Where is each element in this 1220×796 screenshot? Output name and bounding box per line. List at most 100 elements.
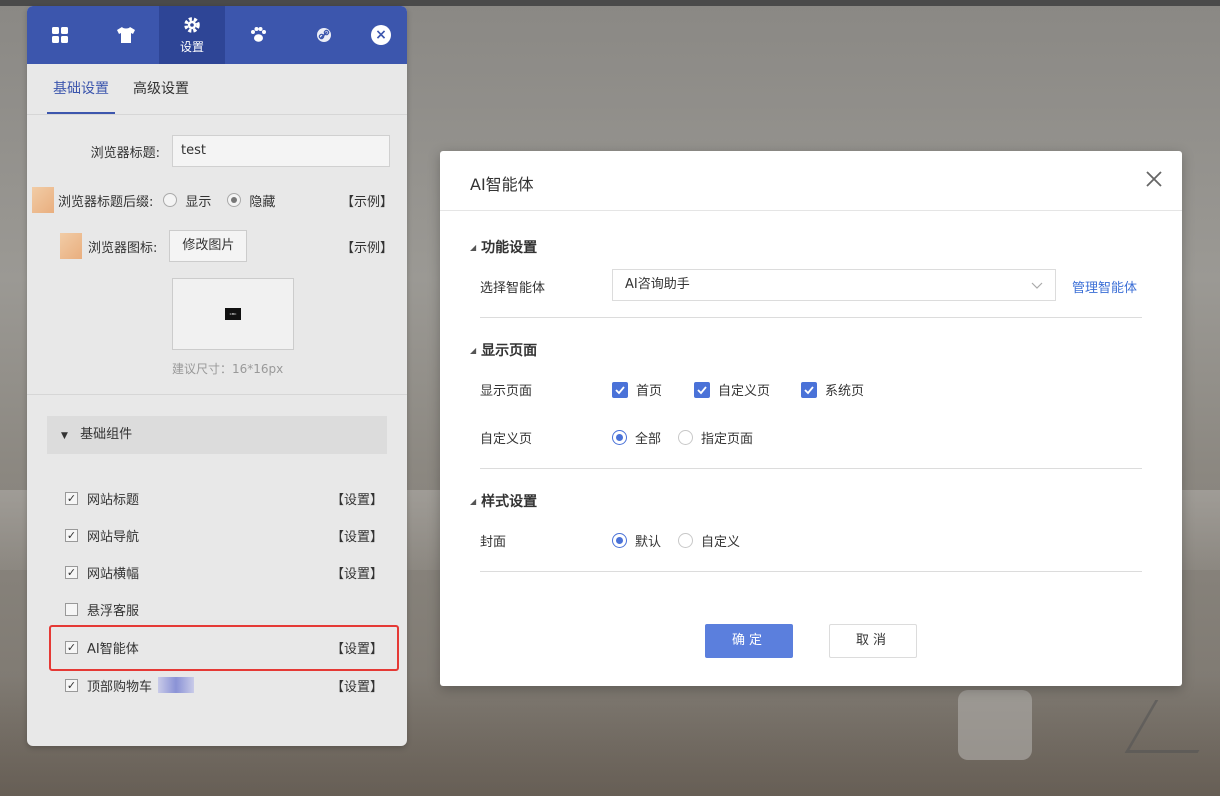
component-item: ✓ 网站横幅 【设置】: [65, 562, 383, 582]
suffix-option-hide[interactable]: 隐藏: [227, 191, 275, 210]
cancel-button[interactable]: 取消: [829, 624, 917, 658]
basic-components-group[interactable]: ▼ 基础组件: [47, 416, 387, 454]
panel-close-button[interactable]: ×: [371, 25, 391, 45]
size-hint: 建议尺寸：16*16px: [172, 362, 284, 376]
link-icon: [317, 28, 331, 42]
ai-agent-dialog: AI智能体 ◢ 功能设置 选择智能体 AI咨询助手 管理智能体 ◢ 显示页面 显示页…: [440, 151, 1182, 686]
page-option-custom[interactable]: 自定义页: [694, 380, 770, 399]
divider: [480, 571, 1142, 572]
checkbox[interactable]: ✓: [65, 491, 78, 505]
browser-title-row: 浏览器标题: test: [27, 135, 407, 167]
panel-tab-bar: 设置 ×: [27, 6, 407, 64]
blurred-avatar: [32, 187, 54, 213]
page-option-label: 自定义页: [718, 384, 771, 399]
triangle-icon: ◢: [470, 243, 477, 252]
cover-option-default[interactable]: 默认: [612, 531, 661, 550]
checkbox-checked: [612, 381, 628, 398]
triangle-icon: ◢: [470, 497, 477, 506]
component-label: 悬浮客服: [87, 603, 140, 619]
checkbox[interactable]: ✓: [65, 565, 78, 579]
tab-settings-label: 设置: [179, 39, 204, 54]
radio-label: 默认: [635, 535, 662, 550]
group-title: 基础组件: [80, 427, 133, 442]
radio-selected: [612, 533, 627, 548]
checkbox[interactable]: ✓: [65, 528, 78, 542]
component-settings-link[interactable]: 【设置】: [331, 676, 383, 695]
suffix-option-show[interactable]: 显示: [163, 191, 211, 210]
modify-image-button[interactable]: 修改图片: [169, 230, 248, 262]
agent-select-value: AI咨询助手: [625, 277, 690, 292]
component-item: ✓ 网站导航 【设置】: [65, 525, 383, 545]
section-title: 显示页面: [481, 343, 538, 359]
section-function-settings: ◢ 功能设置: [470, 237, 537, 257]
chevron-down-icon: [1031, 282, 1043, 289]
close-icon[interactable]: [1144, 169, 1164, 189]
page-option-system[interactable]: 系统页: [801, 380, 864, 399]
manage-agent-link[interactable]: 管理智能体: [1072, 277, 1137, 296]
gear-icon: [184, 16, 200, 33]
divider: [480, 317, 1142, 318]
radio-selected: [612, 430, 627, 445]
suffix-option-show-label: 显示: [185, 194, 212, 210]
suffix-example-link[interactable]: 【示例】: [341, 191, 393, 210]
favicon-logo: CMC: [225, 308, 241, 320]
radio-label: 自定义: [701, 535, 741, 550]
radio-label: 全部: [635, 432, 662, 447]
shirt-icon: [117, 27, 135, 43]
settings-panel: 设置 × 基础设置 高级设置 浏览器标题: test 浏览器标题后缀: 显示 隐…: [27, 6, 407, 746]
tab-plugins[interactable]: [225, 6, 291, 64]
panel-subtabs: 基础设置 高级设置: [27, 64, 407, 115]
custom-page-option-all[interactable]: 全部: [612, 428, 661, 447]
tab-theme[interactable]: [93, 6, 159, 64]
component-settings-link[interactable]: 【设置】: [331, 526, 383, 545]
browser-title-input[interactable]: test: [172, 135, 390, 167]
divider: [27, 394, 407, 395]
favicon-label: 浏览器图标:: [88, 240, 158, 256]
radio-circle: [163, 193, 178, 207]
component-label: 网站横幅: [87, 566, 140, 582]
component-settings-link[interactable]: 【设置】: [331, 563, 383, 582]
radio-unselected: [678, 533, 693, 548]
blurred-badge: [158, 677, 195, 693]
title-suffix-label: 浏览器标题后缀:: [58, 194, 154, 210]
triangle-icon: ◢: [470, 346, 477, 355]
highlight-box: [49, 625, 399, 671]
checkbox[interactable]: ✓: [65, 678, 78, 692]
caret-down-icon: ▼: [61, 431, 68, 441]
browser-title-label: 浏览器标题:: [90, 145, 160, 161]
tab-links[interactable]: [291, 6, 357, 64]
component-label: 顶部购物车: [87, 679, 153, 695]
custom-page-label: 自定义页: [480, 432, 533, 447]
tab-layout[interactable]: [27, 6, 93, 64]
favicon-example-link[interactable]: 【示例】: [341, 237, 393, 256]
radio-unselected: [678, 430, 693, 445]
title-suffix-row: 浏览器标题后缀: 显示 隐藏 【示例】: [27, 187, 407, 213]
cover-label: 封面: [480, 535, 507, 550]
agent-select[interactable]: AI咨询助手: [612, 269, 1056, 301]
dialog-title: AI智能体: [470, 175, 534, 194]
section-style-settings: ◢ 样式设置: [470, 491, 537, 511]
favicon-row: 浏览器图标: 修改图片 【示例】: [27, 230, 407, 262]
subtab-basic-settings[interactable]: 基础设置: [47, 64, 115, 114]
display-pages-label: 显示页面: [480, 384, 533, 399]
radio-label: 指定页面: [701, 432, 754, 447]
checkbox[interactable]: [65, 602, 78, 616]
component-item: ✓ 网站标题 【设置】: [65, 488, 383, 508]
tab-settings[interactable]: 设置: [159, 6, 225, 64]
page-option-label: 首页: [636, 384, 663, 399]
favicon-preview: CMC: [172, 278, 294, 350]
divider: [480, 468, 1142, 469]
page-option-home[interactable]: 首页: [612, 380, 662, 399]
confirm-button[interactable]: 确定: [705, 624, 793, 658]
component-settings-link[interactable]: 【设置】: [331, 489, 383, 508]
custom-page-option-specific[interactable]: 指定页面: [678, 428, 753, 447]
cover-option-custom[interactable]: 自定义: [678, 531, 740, 550]
page-option-label: 系统页: [825, 384, 865, 399]
grid-icon: [52, 27, 68, 43]
dialog-header: AI智能体: [440, 151, 1182, 211]
select-agent-label: 选择智能体: [480, 281, 546, 296]
section-display-pages: ◢ 显示页面: [470, 340, 537, 360]
blurred-avatar: [60, 233, 82, 259]
subtab-advanced-settings[interactable]: 高级设置: [127, 64, 195, 114]
component-item: ✓ 顶部购物车 【设置】: [65, 675, 383, 695]
